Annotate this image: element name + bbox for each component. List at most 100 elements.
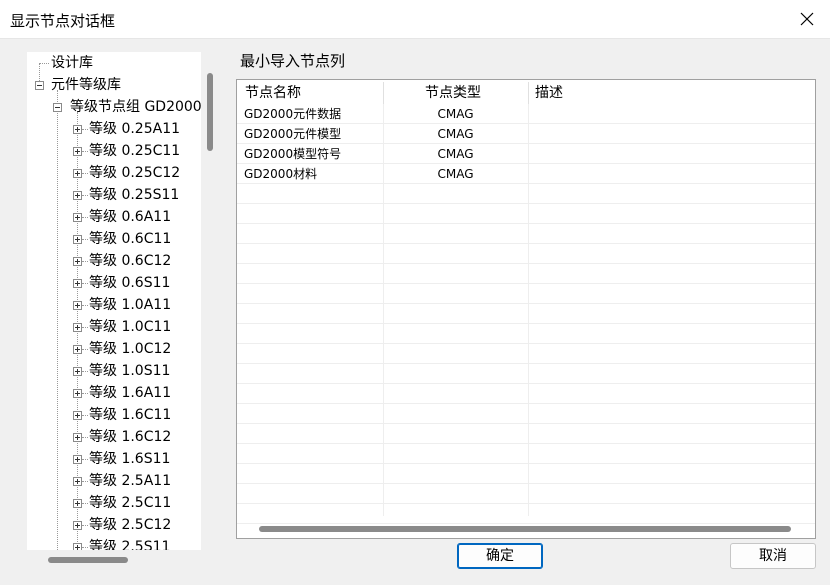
cancel-button[interactable]: 取消: [730, 543, 816, 569]
tree-horizontal-scrollbar[interactable]: [48, 557, 128, 563]
expand-icon[interactable]: [73, 499, 82, 508]
tree-item-grade[interactable]: 等级 2.5C12: [27, 514, 201, 536]
table-row[interactable]: [237, 444, 815, 464]
column-header-name[interactable]: 节点名称: [245, 80, 301, 104]
expand-icon[interactable]: [73, 477, 82, 486]
expand-icon[interactable]: [73, 191, 82, 200]
expand-icon[interactable]: [73, 455, 82, 464]
table-row[interactable]: [237, 224, 815, 244]
tree-item-label: 等级 0.25C12: [89, 165, 181, 181]
expand-icon[interactable]: [73, 521, 82, 530]
cell-node-name: GD2000材料: [244, 167, 318, 181]
expand-icon[interactable]: [73, 345, 82, 354]
expand-icon[interactable]: [73, 235, 82, 244]
expand-icon[interactable]: [73, 389, 82, 398]
tree-item-label: 等级 2.5A11: [89, 473, 172, 489]
expand-icon[interactable]: [73, 433, 82, 442]
tree-item-label: 等级 0.6A11: [89, 209, 172, 225]
cell-node-type: CMAG: [437, 167, 474, 181]
expand-icon[interactable]: [73, 411, 82, 420]
tree-item-grade[interactable]: 等级 0.6C12: [27, 250, 201, 272]
table-row[interactable]: [237, 504, 815, 524]
expand-icon[interactable]: [73, 279, 82, 288]
tree-item-grade[interactable]: 等级 0.6A11: [27, 206, 201, 228]
table-row[interactable]: GD2000元件模型 CMAG: [237, 124, 815, 144]
tree-item-label: 等级 0.6C12: [89, 253, 172, 269]
tree-item-label: 等级 1.0A11: [89, 297, 172, 313]
collapse-icon[interactable]: [35, 81, 44, 90]
section-label: 最小导入节点列: [240, 52, 346, 70]
close-button[interactable]: [784, 0, 830, 38]
tree-item-grade-group[interactable]: 等级节点组 GD2000: [27, 96, 201, 118]
table-row[interactable]: [237, 384, 815, 404]
table-row[interactable]: GD2000材料 CMAG: [237, 164, 815, 184]
expand-icon[interactable]: [73, 323, 82, 332]
table-row[interactable]: [237, 484, 815, 504]
expand-icon[interactable]: [73, 169, 82, 178]
table-horizontal-scrollbar[interactable]: [259, 526, 791, 532]
tree-vertical-scrollbar[interactable]: [207, 73, 213, 151]
tree-item-grade[interactable]: 等级 1.0C12: [27, 338, 201, 360]
cell-node-name: GD2000元件模型: [244, 127, 342, 141]
expand-icon[interactable]: [73, 213, 82, 222]
table-row[interactable]: [237, 324, 815, 344]
tree-item-grade[interactable]: 等级 2.5S11: [27, 536, 201, 550]
table-row[interactable]: [237, 204, 815, 224]
table-row[interactable]: [237, 284, 815, 304]
tree-item-grade[interactable]: 等级 0.25C12: [27, 162, 201, 184]
node-table[interactable]: 节点名称 节点类型 描述 GD2000元件数据 CMAG GD2000元件模型 CMA…: [236, 79, 816, 539]
column-header-description[interactable]: 描述: [535, 80, 563, 104]
collapse-icon[interactable]: [53, 103, 62, 112]
tree-item-grade[interactable]: 等级 1.0C11: [27, 316, 201, 338]
expand-icon[interactable]: [73, 543, 82, 550]
expand-icon[interactable]: [73, 147, 82, 156]
table-row[interactable]: [237, 424, 815, 444]
tree-item-label: 等级 1.0C11: [89, 319, 172, 335]
tree-item-grade[interactable]: 等级 0.25A11: [27, 118, 201, 140]
cell-node-name: GD2000模型符号: [244, 147, 342, 161]
tree-item-grade[interactable]: 等级 2.5C11: [27, 492, 201, 514]
table-row[interactable]: [237, 404, 815, 424]
close-icon: [800, 12, 814, 26]
cell-node-name: GD2000元件数据: [244, 107, 342, 121]
tree-item-label: 等级 1.6A11: [89, 385, 172, 401]
tree-item-label: 等级 0.25C11: [89, 143, 181, 159]
tree-item-grade[interactable]: 等级 0.25S11: [27, 184, 201, 206]
table-row[interactable]: [237, 184, 815, 204]
tree-item-label: 等级节点组 GD2000: [70, 99, 201, 115]
tree-item-grade[interactable]: 等级 1.6A11: [27, 382, 201, 404]
tree-item-grade[interactable]: 等级 1.6C12: [27, 426, 201, 448]
title-bar: 显示节点对话框: [0, 0, 830, 39]
table-row[interactable]: GD2000元件数据 CMAG: [237, 104, 815, 124]
tree-item-label: 元件等级库: [51, 77, 121, 93]
tree-item-grade[interactable]: 等级 1.0S11: [27, 360, 201, 382]
expand-icon[interactable]: [73, 257, 82, 266]
table-row[interactable]: [237, 264, 815, 284]
tree-item-label: 等级 2.5C11: [89, 495, 172, 511]
column-header-type[interactable]: 节点类型: [425, 80, 481, 104]
tree-item-grade[interactable]: 等级 0.25C11: [27, 140, 201, 162]
tree-item-grade[interactable]: 等级 1.6C11: [27, 404, 201, 426]
table-row[interactable]: [237, 304, 815, 324]
node-tree[interactable]: 设计库元件等级库等级节点组 GD2000 等级 0.25A11 等级 0.25C11…: [27, 52, 201, 550]
tree-item-label: 等级 2.5S11: [89, 539, 171, 550]
table-row[interactable]: [237, 244, 815, 264]
expand-icon[interactable]: [73, 301, 82, 310]
tree-item-component-grade-library[interactable]: 元件等级库: [27, 74, 201, 96]
table-row[interactable]: [237, 344, 815, 364]
table-row[interactable]: [237, 464, 815, 484]
tree-item-grade[interactable]: 等级 0.6C11: [27, 228, 201, 250]
expand-icon[interactable]: [73, 367, 82, 376]
tree-item-label: 等级 1.6S11: [89, 451, 171, 467]
cell-node-type: CMAG: [437, 147, 474, 161]
table-row[interactable]: [237, 364, 815, 384]
expand-icon[interactable]: [73, 125, 82, 134]
tree-item-grade[interactable]: 等级 1.6S11: [27, 448, 201, 470]
tree-item-label: 等级 2.5C12: [89, 517, 172, 533]
tree-item-grade[interactable]: 等级 1.0A11: [27, 294, 201, 316]
tree-item-design-library[interactable]: 设计库: [27, 52, 201, 74]
table-row[interactable]: GD2000模型符号 CMAG: [237, 144, 815, 164]
tree-item-grade[interactable]: 等级 2.5A11: [27, 470, 201, 492]
ok-button[interactable]: 确定: [457, 543, 543, 569]
tree-item-grade[interactable]: 等级 0.6S11: [27, 272, 201, 294]
